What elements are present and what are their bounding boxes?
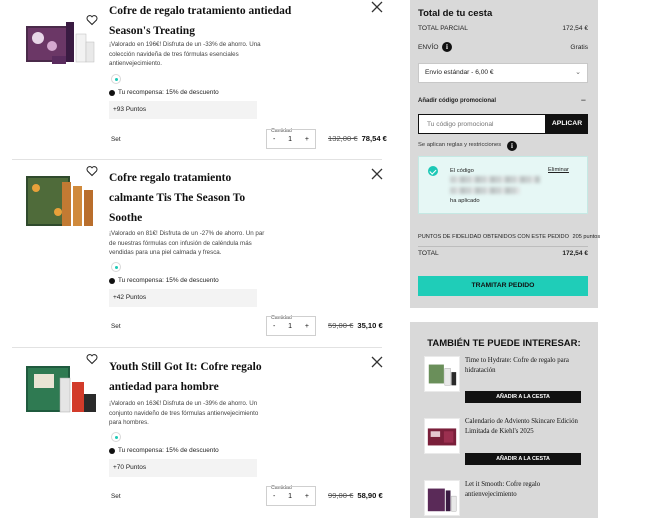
total-label: TOTAL xyxy=(418,250,439,257)
shipping-info-icon[interactable]: i xyxy=(442,42,452,52)
item-prices: 99,00 € 58,90 € xyxy=(328,491,383,500)
decrease-button[interactable]: - xyxy=(273,136,275,143)
quantity-stepper[interactable]: - 1 + xyxy=(266,129,316,149)
increase-button[interactable]: + xyxy=(305,493,309,500)
promo-code-input[interactable] xyxy=(418,114,546,134)
applied-text: ha aplicado xyxy=(450,198,480,204)
reward-text: Tu recompensa: 15% de descuento xyxy=(118,89,219,96)
rec-product-name[interactable]: Let it Smooth: Cofre regalo antienvejeci… xyxy=(465,480,585,500)
quantity-value[interactable]: 1 xyxy=(288,493,292,500)
redacted-code xyxy=(450,176,540,183)
item-title[interactable]: Cofre de regalo tratamiento antiedad Sea… xyxy=(109,1,314,41)
decrease-button[interactable]: - xyxy=(273,323,275,330)
item-title[interactable]: Youth Still Got It: Cofre regalo antieda… xyxy=(109,357,269,397)
item-divider xyxy=(12,159,382,160)
increase-button[interactable]: + xyxy=(305,136,309,143)
item-type: Set xyxy=(111,493,121,500)
rec-product-image[interactable] xyxy=(424,418,460,454)
recommendations: TAMBIÉN TE PUEDE INTERESAR: Time to Hydr… xyxy=(410,322,598,518)
remove-item-icon[interactable] xyxy=(370,167,384,181)
remove-item-icon[interactable] xyxy=(370,355,384,369)
apply-promo-button[interactable]: APLICAR xyxy=(546,114,588,134)
chevron-down-icon: ⌄ xyxy=(575,69,581,76)
remove-code-link[interactable]: Eliminar xyxy=(548,167,569,173)
loyalty-label: PUNTOS DE FIDELIDAD OBTENIDOS CON ESTE P… xyxy=(418,234,569,240)
item-type: Set xyxy=(111,323,121,330)
total-value: 172,54 € xyxy=(562,250,588,257)
item-description: ¡Valorado en 196€! Disfruta de un -33% d… xyxy=(109,41,261,67)
old-price: 99,00 € xyxy=(328,491,354,500)
item-type: Set xyxy=(111,136,121,143)
reward-icon xyxy=(109,447,115,454)
shipping-label: ENVÍO xyxy=(418,44,439,51)
item-prices: 59,00 € 35,10 € xyxy=(328,321,383,330)
new-price: 78,54 € xyxy=(361,134,387,143)
reward-text: Tu recompensa: 15% de descuento xyxy=(118,277,219,284)
new-price: 58,90 € xyxy=(357,491,383,500)
collapse-icon[interactable]: − xyxy=(581,95,586,105)
reward-icon xyxy=(109,89,115,96)
cart-summary: Total de tu cesta TOTAL PARCIAL 172,54 €… xyxy=(410,0,600,308)
variant-swatch[interactable] xyxy=(111,432,121,442)
item-divider xyxy=(12,347,382,348)
cart-items: Cofre de regalo tratamiento antiedad Sea… xyxy=(0,0,392,518)
subtotal-value: 172,54 € xyxy=(562,25,588,32)
loyalty-value: 205 puntos xyxy=(572,234,601,240)
reward-line: Tu recompensa: 15% de descuento xyxy=(109,447,219,454)
product-image-youth-still-got-it[interactable] xyxy=(22,360,98,418)
recommendations-title: TAMBIÉN TE PUEDE INTERESAR: xyxy=(427,338,581,349)
rec-product-name[interactable]: Time to Hydrate: Cofre de regalo para hi… xyxy=(465,356,585,376)
points-box: +70 Puntos xyxy=(109,459,257,477)
code-label: El código xyxy=(450,168,474,174)
points-box: +42 Puntos xyxy=(109,289,257,307)
product-image-soothe[interactable] xyxy=(22,172,98,230)
shipping-method-select[interactable]: Envío estándar - 6,00 € ⌄ xyxy=(418,63,588,83)
check-icon xyxy=(428,166,438,176)
new-price: 35,10 € xyxy=(357,321,383,330)
heart-icon[interactable] xyxy=(86,14,98,26)
reward-text: Tu recompensa: 15% de descuento xyxy=(118,447,219,454)
applied-code-box xyxy=(418,156,588,214)
variant-swatch[interactable] xyxy=(111,74,121,84)
item-description: ¡Valorado en 163€! Disfruta de un -39% d… xyxy=(109,400,259,426)
checkout-button[interactable]: TRAMITAR PEDIDO xyxy=(418,276,588,296)
increase-button[interactable]: + xyxy=(305,323,309,330)
summary-divider xyxy=(418,246,588,247)
remove-item-icon[interactable] xyxy=(370,0,384,14)
points-box: +93 Puntos xyxy=(109,101,257,119)
promo-heading[interactable]: Añadir código promocional xyxy=(418,98,496,104)
rec-product-image[interactable] xyxy=(424,356,460,392)
summary-title: Total de tu cesta xyxy=(418,8,493,19)
reward-icon xyxy=(109,277,115,284)
shipping-method-value: Envío estándar - 6,00 € xyxy=(425,69,494,76)
item-description: ¡Valorado en 81€! Disfruta de un -27% de… xyxy=(109,230,265,256)
add-to-cart-button[interactable]: AÑADIR A LA CESTA xyxy=(465,453,581,465)
quantity-value[interactable]: 1 xyxy=(288,136,292,143)
heart-icon[interactable] xyxy=(86,353,98,365)
rec-product-name[interactable]: Calendario de Adviento Skincare Edición … xyxy=(465,417,585,437)
old-price: 132,00 € xyxy=(328,134,358,143)
shipping-value: Gratis xyxy=(570,44,588,51)
reward-line: Tu recompensa: 15% de descuento xyxy=(109,89,219,96)
add-to-cart-button[interactable]: AÑADIR A LA CESTA xyxy=(465,391,581,403)
decrease-button[interactable]: - xyxy=(273,493,275,500)
subtotal-label: TOTAL PARCIAL xyxy=(418,25,468,32)
rules-text: Se aplican reglas y restricciones xyxy=(418,142,502,148)
rec-product-image[interactable] xyxy=(424,480,460,516)
variant-swatch[interactable] xyxy=(111,262,121,272)
quantity-value[interactable]: 1 xyxy=(288,323,292,330)
quantity-stepper[interactable]: - 1 + xyxy=(266,316,316,336)
redacted-code xyxy=(450,187,520,194)
heart-icon[interactable] xyxy=(86,165,98,177)
item-prices: 132,00 € 78,54 € xyxy=(328,134,387,143)
loyalty-points-line: PUNTOS DE FIDELIDAD OBTENIDOS CON ESTE P… xyxy=(418,234,600,240)
item-title[interactable]: Cofre regalo tratamiento calmante Tis Th… xyxy=(109,168,259,228)
reward-line: Tu recompensa: 15% de descuento xyxy=(109,277,219,284)
old-price: 59,00 € xyxy=(328,321,354,330)
quantity-stepper[interactable]: - 1 + xyxy=(266,486,316,506)
rules-info-icon[interactable]: i xyxy=(507,141,517,151)
